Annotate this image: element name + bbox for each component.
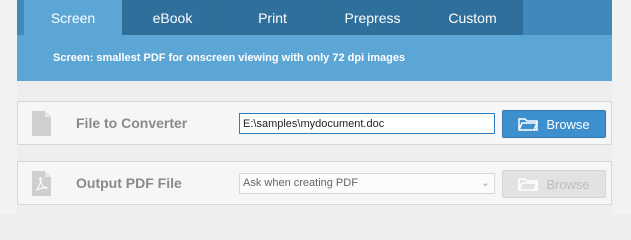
browse-input-button[interactable]: Browse [502,110,606,138]
browse-output-button[interactable]: Browse [502,170,606,198]
tab-ebook[interactable]: eBook [123,0,223,35]
input-file-label: File to Converter [76,115,188,131]
right-margin [612,0,631,214]
document-icon [32,111,51,136]
browse-input-label: Browse [546,116,590,132]
folder-icon [518,118,539,131]
input-file-row: File to Converter Browse [17,101,612,145]
folder-icon [518,178,539,191]
tab-custom[interactable]: Custom [423,0,523,35]
left-margin [0,0,17,214]
tab-screen[interactable]: Screen [24,0,123,35]
browse-output-label: Browse [546,176,590,192]
pdf-document-icon [32,171,51,196]
output-file-label: Output PDF File [76,175,182,191]
profile-description: Screen: smallest PDF for onscreen viewin… [53,52,406,64]
tab-prepress[interactable]: Prepress [323,0,423,35]
chevron-down-icon: ⌄ [480,177,490,189]
profile-panel: Screen eBook Print Prepress Custom Scree… [17,0,612,81]
profile-tabs: Screen eBook Print Prepress Custom [17,0,523,35]
output-file-value: Ask when creating PDF [243,177,358,189]
tab-print[interactable]: Print [223,0,323,35]
output-file-select[interactable]: Ask when creating PDF ⌄ [239,173,495,194]
input-file-field[interactable] [239,113,495,134]
output-file-row: Output PDF File Ask when creating PDF ⌄ … [17,161,612,205]
